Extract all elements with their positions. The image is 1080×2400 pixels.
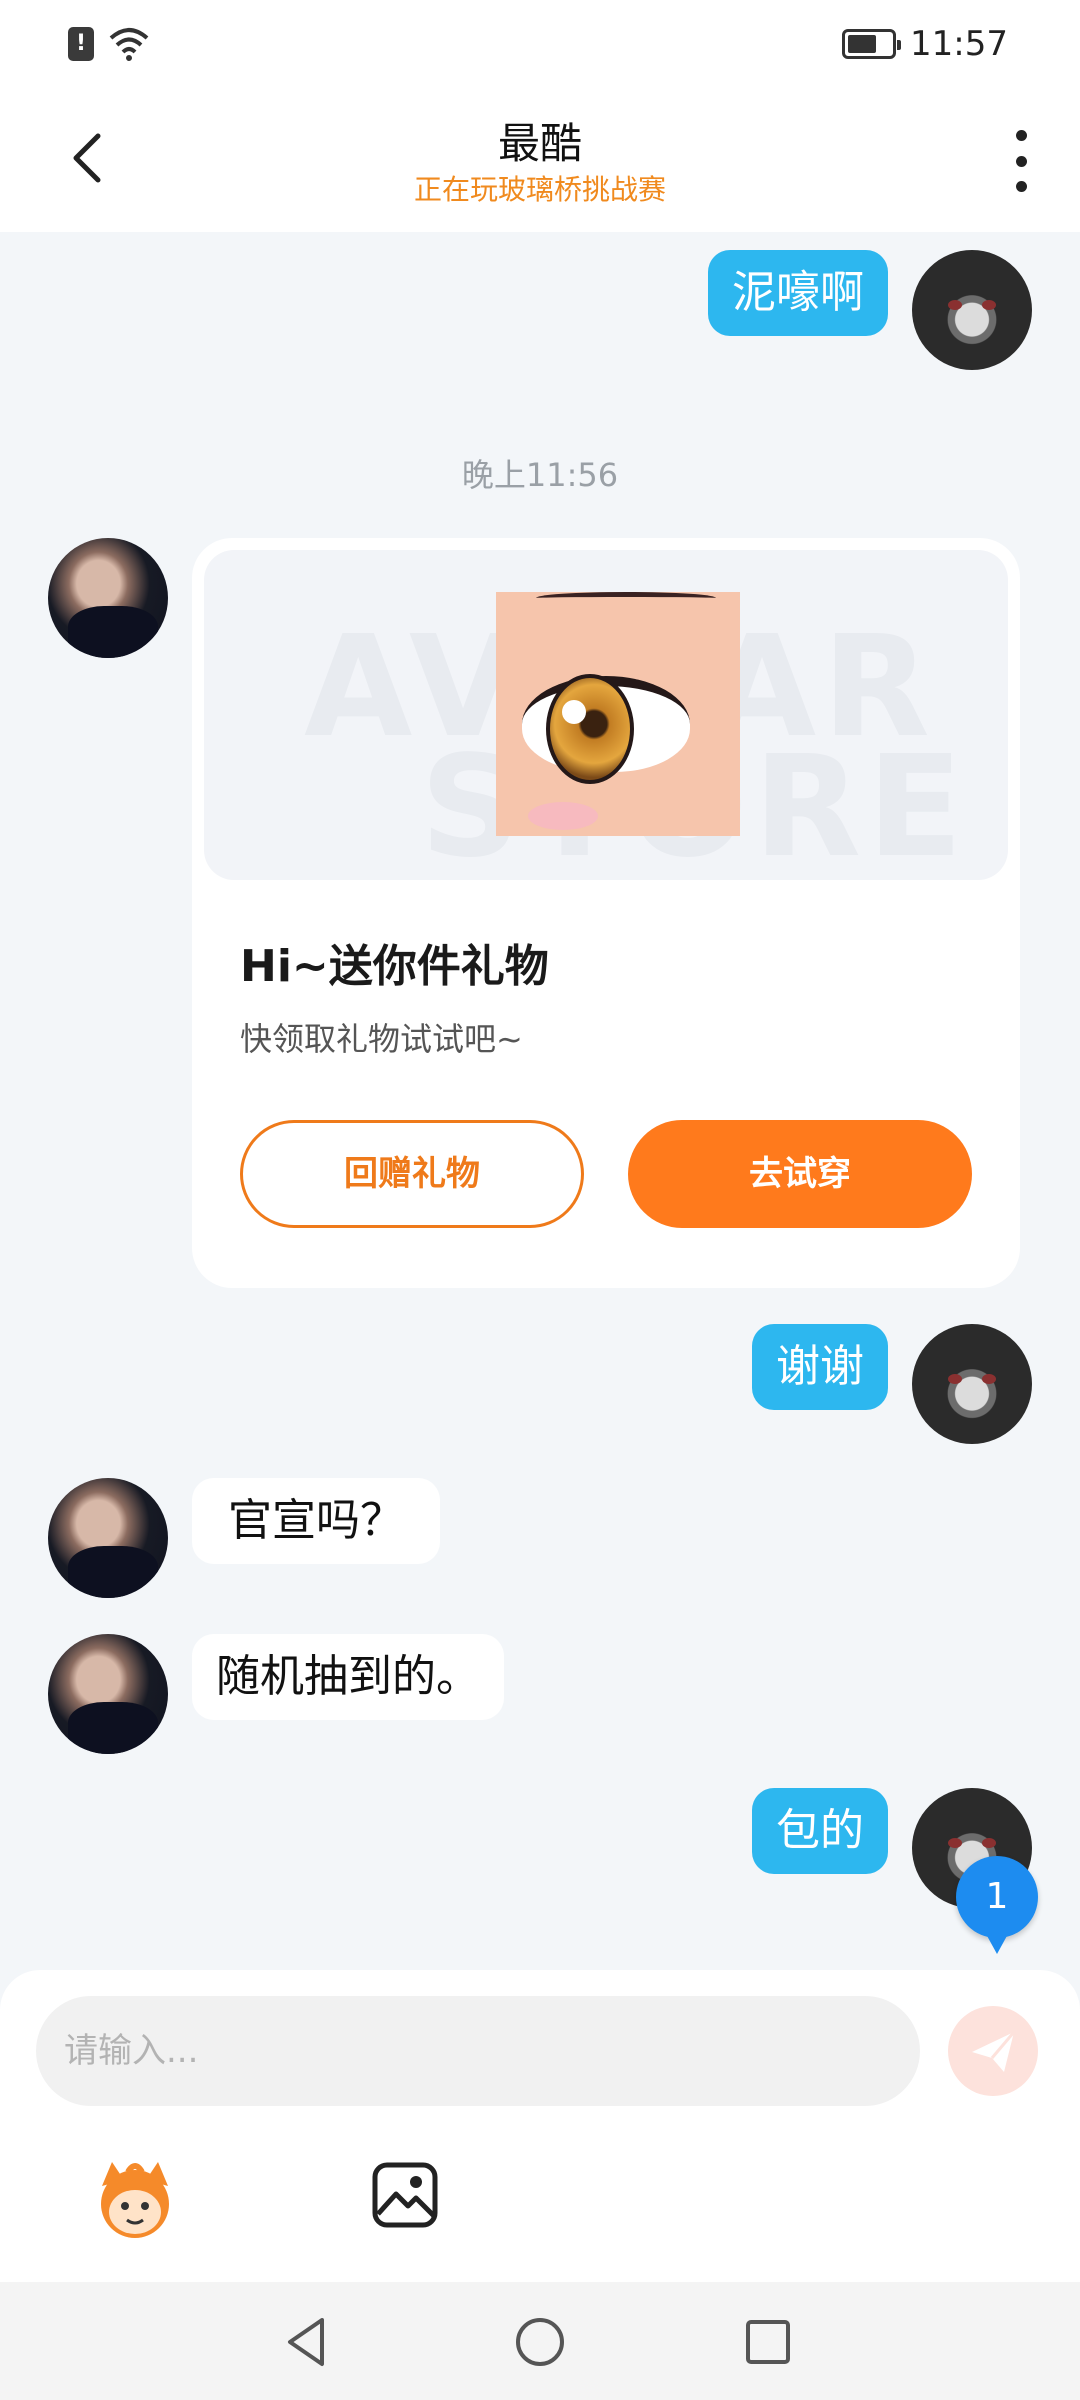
chat-title: 最酷 (497, 119, 582, 168)
alert-icon: ! (68, 27, 94, 61)
nav-recents-icon (746, 2320, 790, 2364)
emoji-button[interactable] (92, 2156, 178, 2242)
message-bubble-outgoing[interactable]: 包的 (752, 1788, 888, 1874)
gift-preview-image[interactable]: AVATAR STORE (204, 550, 1008, 880)
nav-home-icon (516, 2318, 564, 2366)
my-avatar[interactable] (912, 250, 1032, 370)
nav-recents-button[interactable] (738, 2312, 798, 2372)
unread-count-badge[interactable]: 1 (956, 1856, 1038, 1954)
more-vertical-icon[interactable] (1008, 130, 1034, 192)
input-panel (0, 1970, 1080, 2282)
gift-title: Hi~送你件礼物 (240, 941, 549, 992)
chat-subtitle: 正在玩玻璃桥挑战赛 (413, 173, 666, 206)
status-bar: ! 11:57 (0, 0, 1080, 92)
message-bubble-incoming[interactable]: 官宣吗？ (192, 1478, 440, 1564)
battery-level (848, 35, 876, 53)
message-bubble-outgoing[interactable]: 泥嚎啊 (708, 250, 888, 336)
try-on-button[interactable]: 去试穿 (628, 1120, 972, 1228)
gift-card[interactable]: AVATAR STORE Hi~送你件礼物 快领取礼物试试吧~ 回赠礼物 去试穿 (192, 538, 1020, 1288)
contact-avatar[interactable] (48, 1634, 168, 1754)
send-icon (972, 2031, 1016, 2072)
contact-avatar[interactable] (48, 538, 168, 658)
anime-eye-image (496, 592, 740, 836)
image-button[interactable] (370, 2160, 440, 2230)
nav-back-button[interactable] (278, 2312, 338, 2372)
contact-avatar[interactable] (48, 1478, 168, 1598)
gift-description: 快领取礼物试试吧~ (240, 1020, 523, 1058)
wifi-icon (109, 28, 149, 61)
system-nav-bar (0, 2282, 1080, 2400)
message-bubble-outgoing[interactable]: 谢谢 (752, 1324, 888, 1410)
message-timestamp: 晚上11:56 (461, 456, 619, 494)
status-time: 11:57 (910, 24, 1008, 64)
chat-header: 最酷 正在玩玻璃桥挑战赛 (0, 92, 1080, 232)
message-bubble-incoming[interactable]: 随机抽到的。 (192, 1634, 504, 1720)
status-left: ! (68, 26, 150, 62)
send-button[interactable] (948, 2006, 1038, 2096)
return-gift-button[interactable]: 回赠礼物 (240, 1120, 584, 1228)
nav-home-button[interactable] (510, 2312, 570, 2372)
my-avatar[interactable] (912, 1324, 1032, 1444)
nav-back-icon (288, 2318, 324, 2366)
message-input[interactable] (36, 1996, 920, 2106)
battery-icon (842, 29, 902, 59)
emoji-mascot-icon (101, 2162, 169, 2238)
image-icon (372, 2162, 438, 2228)
status-right: 11:57 (842, 24, 1008, 64)
